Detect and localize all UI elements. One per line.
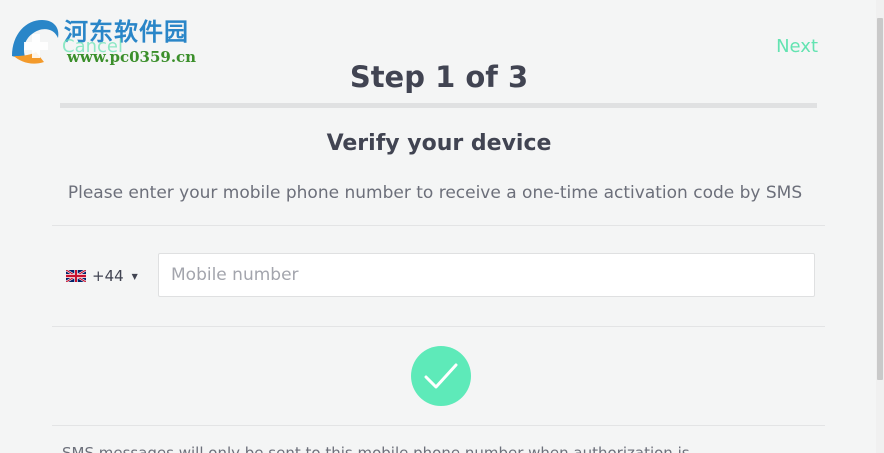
checkmark-icon xyxy=(424,363,458,389)
divider xyxy=(52,326,825,327)
mobile-number-input[interactable] xyxy=(158,253,815,297)
next-link[interactable]: Next xyxy=(776,36,818,57)
verify-heading: Verify your device xyxy=(326,131,552,156)
sms-footnote: SMS messages will only be sent to this m… xyxy=(62,444,704,453)
uk-flag-icon xyxy=(66,270,86,282)
caret-down-icon: ▼ xyxy=(131,271,138,281)
divider xyxy=(52,425,825,426)
step-title: Step 1 of 3 xyxy=(349,60,529,94)
country-code-dropdown[interactable]: +44 ▼ xyxy=(66,262,138,290)
divider xyxy=(52,225,825,226)
scrollbar-thumb[interactable] xyxy=(877,18,883,380)
dial-code: +44 xyxy=(92,267,124,285)
cancel-link[interactable]: Cancel xyxy=(62,36,123,57)
confirm-button[interactable] xyxy=(411,346,471,406)
scrollbar[interactable] xyxy=(876,0,884,453)
step-progress-bar xyxy=(60,103,817,108)
device-setup-page: 河东软件园 www.pc0359.cn Cancel Next Step 1 o… xyxy=(0,0,884,453)
verify-description: Please enter your mobile phone number to… xyxy=(67,183,803,203)
